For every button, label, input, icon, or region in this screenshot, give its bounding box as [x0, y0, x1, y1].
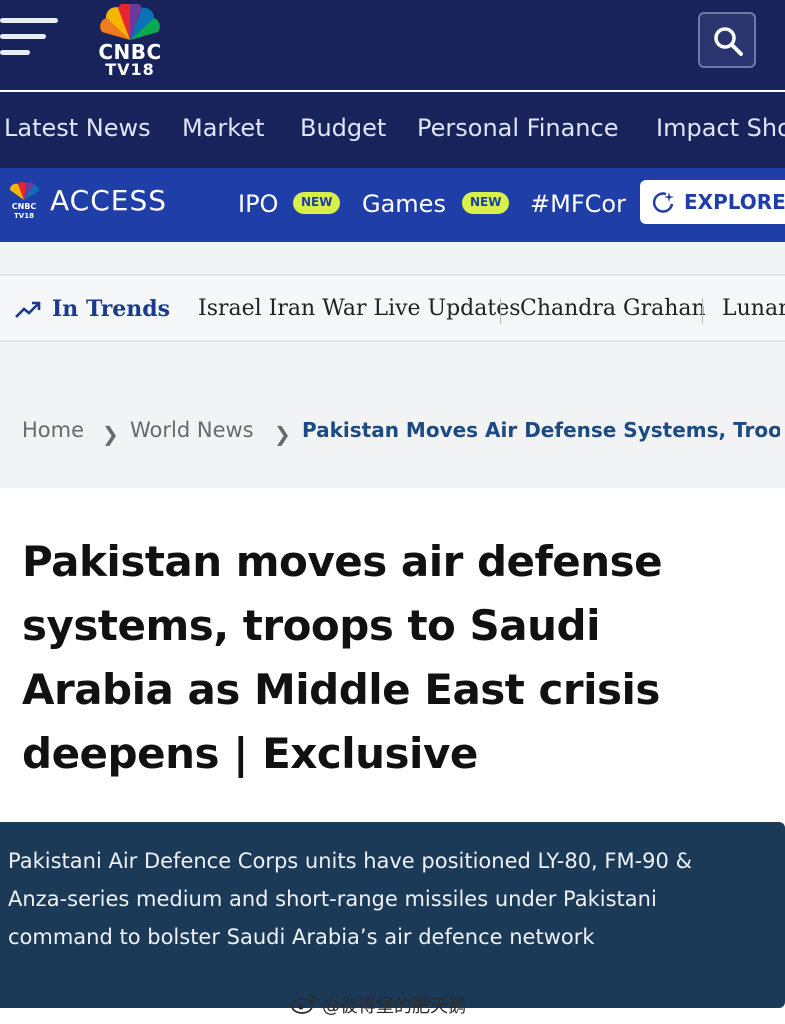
access-item-ipo[interactable]: IPO [238, 190, 278, 218]
svg-text:CNBC: CNBC [12, 202, 37, 211]
access-item-games[interactable]: Games [362, 190, 446, 218]
access-title[interactable]: ACCESS [50, 184, 167, 217]
access-item-mfcorner[interactable]: #MFCor [530, 190, 626, 218]
nav-item-latest-news[interactable]: Latest News [4, 114, 151, 142]
nav-item-impact-shows[interactable]: Impact Sho [656, 114, 785, 142]
trends-label-text: In Trends [52, 296, 171, 322]
explore-label: EXPLORE [684, 190, 785, 214]
breadcrumb-world-news[interactable]: World News [130, 418, 254, 442]
nav-item-personal-finance[interactable]: Personal Finance [417, 114, 618, 142]
trend-item-israel-iran[interactable]: Israel Iran War Live Updates [198, 296, 521, 321]
cnbc-tv18-logo[interactable]: CNBC TV18 [92, 4, 168, 82]
brand-subname: TV18 [105, 60, 155, 79]
trends-bar: In Trends Israel Iran War Live Updates C… [0, 274, 785, 342]
breadcrumb-current: Pakistan Moves Air Defense Systems, Troo… [302, 418, 780, 442]
chevron-right-icon: ❯ [274, 422, 291, 446]
watermark-text: @彼得堡的肥天鹅 [322, 996, 466, 1017]
explore-icon [652, 192, 674, 213]
article-summary: Pakistani Air Defence Corps units have p… [8, 849, 692, 949]
new-badge: NEW [293, 192, 341, 214]
divider [500, 298, 501, 324]
access-bar: CNBC TV18 ACCESS IPO NEW Games NEW #MFCo… [0, 168, 785, 242]
main-navigation: Latest News Market Budget Personal Finan… [0, 92, 785, 168]
search-button[interactable] [698, 12, 756, 68]
hamburger-icon[interactable] [0, 18, 62, 60]
nav-item-market[interactable]: Market [182, 114, 265, 142]
divider [702, 298, 703, 324]
cnbc-small-logo-icon[interactable]: CNBC TV18 [4, 182, 44, 222]
svg-text:TV18: TV18 [14, 212, 34, 220]
spacer [0, 242, 785, 274]
new-badge: NEW [462, 192, 510, 214]
top-header: CNBC TV18 [0, 0, 785, 90]
chevron-right-icon: ❯ [102, 422, 119, 446]
article-headline: Pakistan moves air defense systems, troo… [22, 537, 663, 778]
nav-item-budget[interactable]: Budget [300, 114, 386, 142]
breadcrumb: Home ❯ World News ❯ Pakistan Moves Air D… [0, 342, 785, 488]
explore-button[interactable]: EXPLORE [640, 180, 785, 224]
peacock-icon [100, 4, 160, 41]
breadcrumb-home[interactable]: Home [22, 418, 84, 442]
search-icon [714, 27, 743, 56]
trending-up-icon [15, 301, 41, 318]
article-summary-box: Pakistani Air Defence Corps units have p… [0, 822, 785, 1008]
weibo-icon [291, 994, 317, 1014]
trend-item-lunar[interactable]: Lunar [722, 296, 785, 321]
trend-item-chandra-grahan[interactable]: Chandra Grahan [520, 296, 706, 321]
